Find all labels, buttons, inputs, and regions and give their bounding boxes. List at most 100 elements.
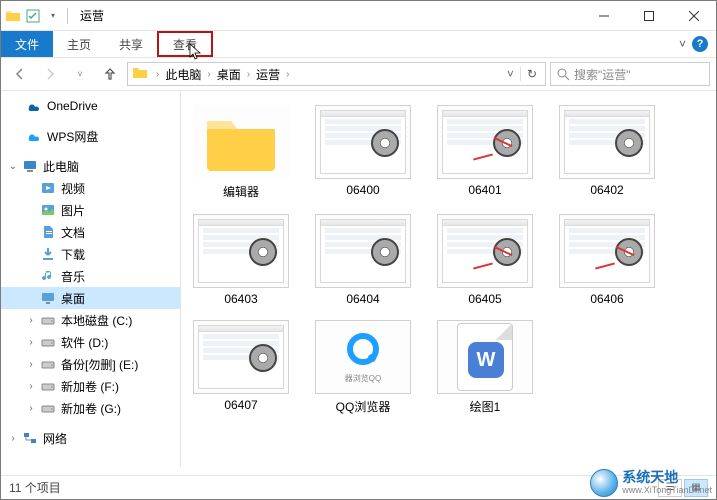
properties-icon[interactable] — [25, 8, 41, 24]
breadcrumb-item[interactable]: 此电脑 — [163, 66, 203, 83]
sidebar-item-onedrive[interactable]: OneDrive — [1, 95, 180, 117]
sidebar-item-drive[interactable]: › 备份[勿删] (E:) — [1, 353, 180, 375]
chevron-down-icon[interactable]: ⌄ — [7, 161, 19, 172]
tab-view[interactable]: 查看 — [157, 31, 213, 57]
up-button[interactable] — [97, 61, 123, 87]
sidebar-item-label: 软件 (D:) — [61, 334, 108, 351]
ribbon: 文件 主页 共享 查看 ˅ ? — [1, 31, 716, 57]
window-title: 运营 — [80, 7, 104, 24]
file-label: 绘图1 — [470, 398, 501, 415]
file-label: 06407 — [224, 398, 257, 412]
minimize-button[interactable] — [581, 1, 626, 31]
maximize-button[interactable] — [626, 1, 671, 31]
back-button[interactable] — [7, 61, 33, 87]
ribbon-collapse-icon[interactable]: ˅ — [679, 37, 686, 51]
file-thumbnail — [193, 320, 289, 394]
breadcrumb-item[interactable]: 运营 — [254, 66, 282, 83]
sidebar-item-label: 桌面 — [61, 290, 85, 307]
file-thumbnail — [559, 105, 655, 179]
sidebar-item-drive[interactable]: ›新加卷 (G:) — [1, 397, 180, 419]
sidebar-item-downloads[interactable]: ›下载 — [1, 243, 180, 265]
file-item[interactable]: 编辑器 — [189, 105, 293, 200]
file-label: 06405 — [468, 292, 501, 306]
chevron-icon[interactable]: › — [25, 337, 37, 348]
search-placeholder: 搜索"运营" — [574, 66, 631, 83]
view-details-button[interactable]: ☰ — [658, 479, 682, 497]
sidebar-item-music[interactable]: ›音乐 — [1, 265, 180, 287]
recent-button[interactable]: ˅ — [67, 61, 93, 87]
sidebar-item-video[interactable]: ›视频 — [1, 177, 180, 199]
file-item[interactable]: 06401 — [433, 105, 537, 200]
sidebar-item-drive[interactable]: › 本地磁盘 (C:) — [1, 309, 180, 331]
dropdown-icon[interactable]: ▾ — [45, 8, 61, 24]
file-label: 06406 — [590, 292, 623, 306]
file-item[interactable]: W绘图1 — [433, 320, 537, 415]
file-thumbnail — [437, 214, 533, 288]
sidebar-item-drive[interactable]: ›新加卷 (F:) — [1, 375, 180, 397]
file-label: QQ浏览器 — [336, 398, 391, 415]
chevron-right-icon[interactable]: › — [152, 69, 163, 80]
file-thumbnail — [437, 105, 533, 179]
sidebar-item-label: 文档 — [61, 224, 85, 241]
drive-icon — [39, 311, 57, 329]
onedrive-icon — [25, 97, 43, 115]
documents-icon — [39, 223, 57, 241]
file-thumbnail — [193, 214, 289, 288]
file-item[interactable]: 器浏览QQQQ浏览器 — [311, 320, 415, 415]
tab-share[interactable]: 共享 — [105, 31, 157, 57]
drive-icon — [39, 355, 57, 373]
sidebar-item-thispc[interactable]: ⌄ 此电脑 — [1, 155, 180, 177]
sidebar-item-label: 网络 — [43, 430, 67, 447]
file-label: 06404 — [346, 292, 379, 306]
sidebar: OneDrive WPS网盘 ⌄ 此电脑 ›视频 ›图片 ›文档 ›下载 ›音乐… — [1, 91, 181, 467]
chevron-right-icon[interactable]: › — [203, 69, 214, 80]
close-button[interactable] — [671, 1, 716, 31]
chevron-right-icon[interactable]: › — [7, 433, 19, 444]
sidebar-item-network[interactable]: › 网络 — [1, 427, 180, 449]
drive-icon — [39, 333, 57, 351]
network-icon — [21, 429, 39, 447]
refresh-icon[interactable]: ↻ — [520, 67, 543, 81]
file-item[interactable]: 06407 — [189, 320, 293, 415]
chevron-icon[interactable]: › — [25, 403, 37, 414]
file-thumbnail — [559, 214, 655, 288]
sidebar-item-pictures[interactable]: ›图片 — [1, 199, 180, 221]
file-item[interactable]: 06402 — [555, 105, 659, 200]
search-input[interactable]: 搜索"运营" — [550, 62, 710, 86]
file-item[interactable]: 06406 — [555, 214, 659, 306]
tab-home[interactable]: 主页 — [53, 31, 105, 57]
chevron-icon[interactable]: › — [25, 381, 37, 392]
forward-button[interactable] — [37, 61, 63, 87]
breadcrumb[interactable]: › 此电脑 › 桌面 › 运营 › ˅ ↻ — [127, 62, 546, 86]
file-thumbnail — [315, 105, 411, 179]
sidebar-item-wps[interactable]: WPS网盘 — [1, 125, 180, 147]
content-pane[interactable]: 编辑器 064000640106402 06403 06404 06405 06406 06… — [181, 91, 716, 467]
wps-icon — [25, 127, 43, 145]
view-thumbnails-button[interactable]: ▦ — [684, 479, 708, 497]
sidebar-item-label: 备份[勿删] (E:) — [61, 356, 138, 373]
search-icon — [557, 68, 570, 81]
file-item[interactable]: 06403 — [189, 214, 293, 306]
folder-icon — [132, 65, 150, 83]
file-item[interactable]: 06405 — [433, 214, 537, 306]
chevron-right-icon[interactable]: › — [243, 69, 254, 80]
sidebar-item-label: 视频 — [61, 180, 85, 197]
file-label: 编辑器 — [223, 183, 259, 200]
file-item[interactable]: 06404 — [311, 214, 415, 306]
dropdown-icon[interactable]: ˅ — [501, 67, 520, 81]
chevron-icon[interactable]: › — [25, 359, 37, 370]
sidebar-item-documents[interactable]: ›文档 — [1, 221, 180, 243]
chevron-right-icon[interactable]: › — [282, 69, 293, 80]
help-icon[interactable]: ? — [692, 36, 708, 52]
tab-file[interactable]: 文件 — [1, 31, 53, 57]
breadcrumb-item[interactable]: 桌面 — [215, 66, 243, 83]
file-item[interactable]: 06400 — [311, 105, 415, 200]
titlebar: ▾ 运营 — [1, 1, 716, 31]
downloads-icon — [39, 245, 57, 263]
sidebar-item-label: 本地磁盘 (C:) — [61, 312, 132, 329]
file-thumbnail — [315, 214, 411, 288]
chevron-icon[interactable]: › — [25, 315, 37, 326]
sidebar-item-desktop[interactable]: ›桌面 — [1, 287, 180, 309]
drive-icon — [39, 377, 57, 395]
sidebar-item-drive[interactable]: › 软件 (D:) — [1, 331, 180, 353]
